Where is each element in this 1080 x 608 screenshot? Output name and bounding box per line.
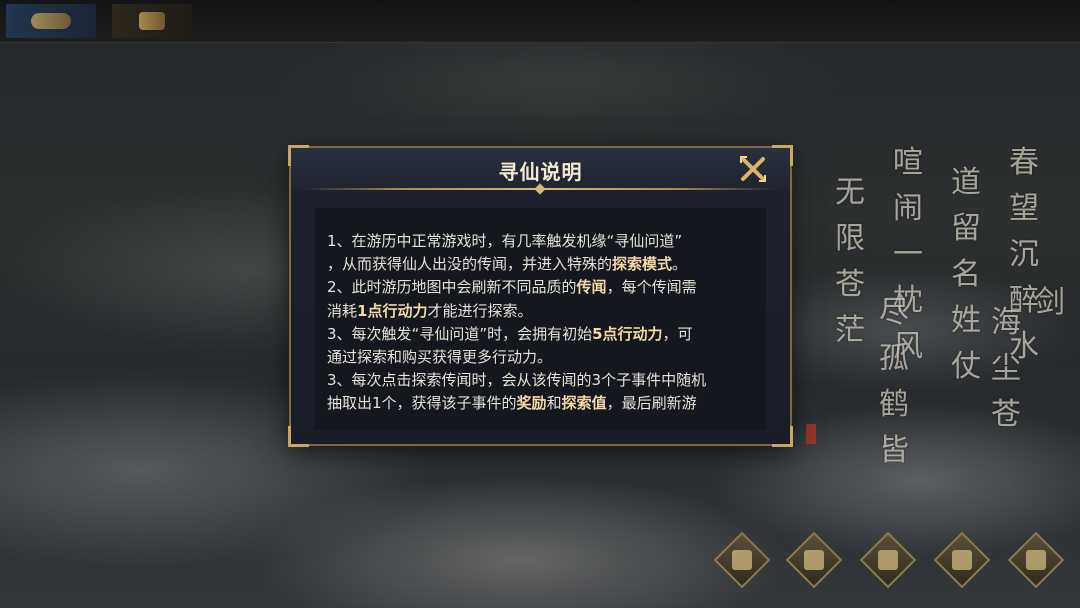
rule-text: 3、每次点击探索传闻时，会从该传闻的3个子事件中随机 <box>327 371 707 390</box>
rule-highlight: 奖励 <box>516 394 547 413</box>
corner-ornament <box>772 426 793 447</box>
seal-stamp <box>806 424 816 444</box>
rule-text: 3、每次触发“寻仙问道”时，会拥有初始 <box>327 324 593 343</box>
character-icon <box>804 550 824 570</box>
scroll-button[interactable] <box>1007 531 1065 589</box>
compass-icon <box>732 550 752 570</box>
rules-panel[interactable]: 1、在游历中正常游戏时，有几率触发机缘“寻仙问道” ，从而获得仙人出没的传闻，并进… <box>315 208 766 430</box>
rule-text: ，从而获得仙人出没的传闻，并进入特殊的 <box>327 255 613 274</box>
rule-text: 抽取出1个，获得该子事件的 <box>327 394 517 413</box>
rule-text: ，最后刷新游 <box>606 394 697 413</box>
character-button[interactable] <box>785 531 843 589</box>
calligraphy-column: 道 留 名 姓 仗 <box>951 165 981 384</box>
scroll-icon <box>1026 550 1046 570</box>
rule-text: 1、在游历中正常游戏时，有几率触发机缘“寻仙问道” <box>327 232 683 250</box>
close-button[interactable] <box>738 154 768 184</box>
rule-text: 2、此时游历地图中会刷新不同品质的 <box>327 278 577 297</box>
chest-icon <box>878 550 898 570</box>
top-tab-right[interactable] <box>112 4 192 38</box>
calligraphy-column: 尽 孤 鹤 皆 <box>879 295 909 468</box>
dialog-title: 寻仙说明 <box>498 160 583 184</box>
tab-emblem-icon <box>31 13 71 29</box>
rule-line: 通过探索和购买获得更多行动力。 <box>327 346 759 369</box>
rule-text: 通过探索和购买获得更多行动力。 <box>327 348 553 367</box>
rule-highlight: 1点行动力 <box>357 301 428 320</box>
calligraphy-column: 海 尘 苍 <box>991 305 1021 432</box>
top-bar <box>0 0 1080 43</box>
rule-highlight: 探索值 <box>561 394 607 413</box>
tab-emblem-icon <box>139 12 165 30</box>
rule-line: 消耗1点行动力才能进行探索。 <box>327 300 759 323</box>
explanation-dialog: 寻仙说明 1、在游历中正常游戏时，有几率触发机缘“寻仙问道” ，从而获得仙人出没的… <box>288 145 793 447</box>
rule-line: 3、每次点击探索传闻时，会从该传闻的3个子事件中随机 <box>327 369 759 392</box>
corner-ornament <box>288 145 309 166</box>
rule-line: 抽取出1个，获得该子事件的奖励和探索值，最后刷新游 <box>327 392 759 415</box>
rule-line: 2、此时游历地图中会刷新不同品质的传闻，每个传闻需 <box>327 276 759 299</box>
top-tab-left[interactable] <box>6 4 96 38</box>
bag-button[interactable] <box>933 531 991 589</box>
chest-button[interactable] <box>859 531 917 589</box>
corner-ornament <box>288 426 309 447</box>
rule-text: ，每个传闻需 <box>606 278 697 297</box>
calligraphy-column: 剑 <box>1035 285 1065 320</box>
rule-text: ，可 <box>662 324 693 343</box>
rule-highlight: 探索模式 <box>612 255 673 274</box>
compass-button[interactable] <box>713 531 771 589</box>
rule-line: ，从而获得仙人出没的传闻，并进入特殊的探索模式。 <box>327 253 759 276</box>
rule-highlight: 传闻 <box>576 278 607 297</box>
bag-icon <box>952 550 972 570</box>
rule-text: 才能进行探索。 <box>427 301 533 320</box>
rules-text: 1、在游历中正常游戏时，有几率触发机缘“寻仙问道” ，从而获得仙人出没的传闻，并进… <box>327 230 759 416</box>
rule-text: 。 <box>672 255 688 274</box>
calligraphy-column: 无 限 苍 茫 <box>835 175 865 348</box>
rule-text: 和 <box>546 394 562 413</box>
rule-line: 3、每次触发“寻仙问道”时，会拥有初始5点行动力，可 <box>327 323 759 346</box>
corner-ornament <box>772 145 793 166</box>
close-x-icon <box>740 156 766 182</box>
rule-text: 消耗 <box>327 301 358 320</box>
rule-line: 1、在游历中正常游戏时，有几率触发机缘“寻仙问道” <box>327 230 759 253</box>
rule-highlight: 5点行动力 <box>592 324 663 343</box>
game-scene: 春 望 沉 醉 水道 留 名 姓 仗喧 闹 一 枕 风无 限 苍 茫尽 孤 鹤 … <box>0 0 1080 608</box>
